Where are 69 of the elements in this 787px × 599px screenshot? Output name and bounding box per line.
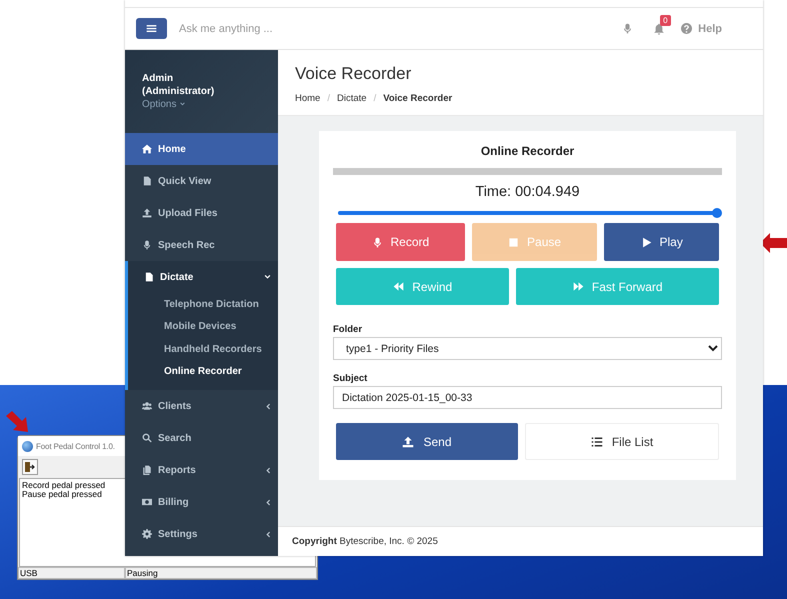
sidebar-item[interactable]: Reports (125, 454, 278, 486)
menu-item-icon (142, 176, 152, 186)
fast-forward-icon (572, 281, 584, 292)
menu-item-icon (142, 401, 152, 411)
user-name: Admin (142, 72, 174, 85)
menu-icon (146, 23, 157, 34)
rewind-icon (393, 281, 404, 292)
user-role: (Administrator) (142, 85, 216, 98)
breadcrumb-link[interactable]: Home (295, 93, 320, 104)
status-pane: USB (18, 567, 125, 579)
caret-icon (179, 101, 186, 108)
sidebar-item[interactable]: Dictate (128, 261, 278, 293)
help-icon (681, 23, 692, 34)
search-field[interactable]: Ask me anything ... (177, 22, 561, 36)
menu-item-icon (142, 433, 152, 443)
copyright-text: Copyright Bytescribe, Inc. © 2025 (292, 536, 438, 547)
sidebar-item[interactable]: Search (125, 422, 278, 454)
submenu-item[interactable]: Handheld Recorders (128, 338, 278, 360)
menu-item-icon (142, 240, 152, 250)
breadcrumb-separator: / (374, 93, 376, 104)
upload-icon (402, 436, 414, 448)
sidebar-item[interactable]: Upload Files (125, 197, 278, 229)
notification-count: 0 (660, 14, 671, 26)
file-list-button[interactable]: File List (525, 423, 719, 460)
recorder-title: Online Recorder (480, 144, 576, 158)
submenu-item[interactable]: Mobile Devices (128, 316, 278, 338)
door-arrow-icon (24, 461, 36, 473)
breadcrumb-separator: / (327, 93, 330, 104)
sidebar-item[interactable]: Home (125, 133, 278, 165)
microphone-icon (622, 23, 634, 34)
page-title: Voice Recorder (295, 64, 412, 84)
play-icon (640, 236, 652, 248)
arrow-icon (760, 233, 787, 253)
submenu-item[interactable]: Telephone Dictation (128, 293, 278, 316)
sidebar-item[interactable]: Quick View (125, 165, 278, 197)
sidebar-item[interactable]: Billing (125, 486, 278, 518)
microphone-icon (372, 236, 382, 248)
menu-item-icon (142, 465, 152, 475)
sidebar-item[interactable]: Clients (125, 390, 278, 422)
list-icon (590, 436, 603, 448)
window-title: Foot Pedal Control 1.0. (36, 442, 115, 450)
menu-item-icon (144, 272, 154, 282)
globe-icon (22, 440, 33, 452)
time-display: Time: 00:04.949 (474, 184, 581, 200)
submenu-item[interactable]: Online Recorder (128, 360, 278, 383)
subject-field[interactable]: Dictation 2025-01-15_00-33 (333, 386, 722, 409)
menu-button[interactable] (136, 18, 167, 39)
stop-icon (508, 236, 520, 248)
options-dropdown[interactable]: Options (142, 98, 261, 111)
notification-bell-icon (653, 22, 666, 34)
log-line: Record pedal pressed (22, 481, 106, 490)
menu-item-icon (142, 144, 152, 154)
log-line: Pause pedal pressed (22, 490, 102, 499)
menu-item-icon (142, 497, 152, 507)
arrow-icon (4, 410, 30, 434)
breadcrumb-link[interactable]: Dictate (336, 93, 367, 104)
sidebar-item[interactable]: Speech Rec (125, 229, 278, 261)
chevron-down-icon (263, 272, 272, 282)
play-button[interactable]: Play (604, 223, 719, 261)
status-pane: Pausing (125, 567, 317, 579)
menu-item-icon (142, 208, 152, 218)
record-button[interactable]: Record (336, 223, 465, 261)
exit-button[interactable] (22, 459, 38, 475)
menu-item-icon (142, 529, 152, 539)
send-button[interactable]: Send (336, 423, 518, 460)
field-label: Subject (333, 373, 368, 384)
sidebar-item[interactable]: Settings (125, 518, 278, 550)
folder-select[interactable]: type1 - Priority Files (333, 337, 722, 360)
field-label: Folder (333, 324, 364, 335)
